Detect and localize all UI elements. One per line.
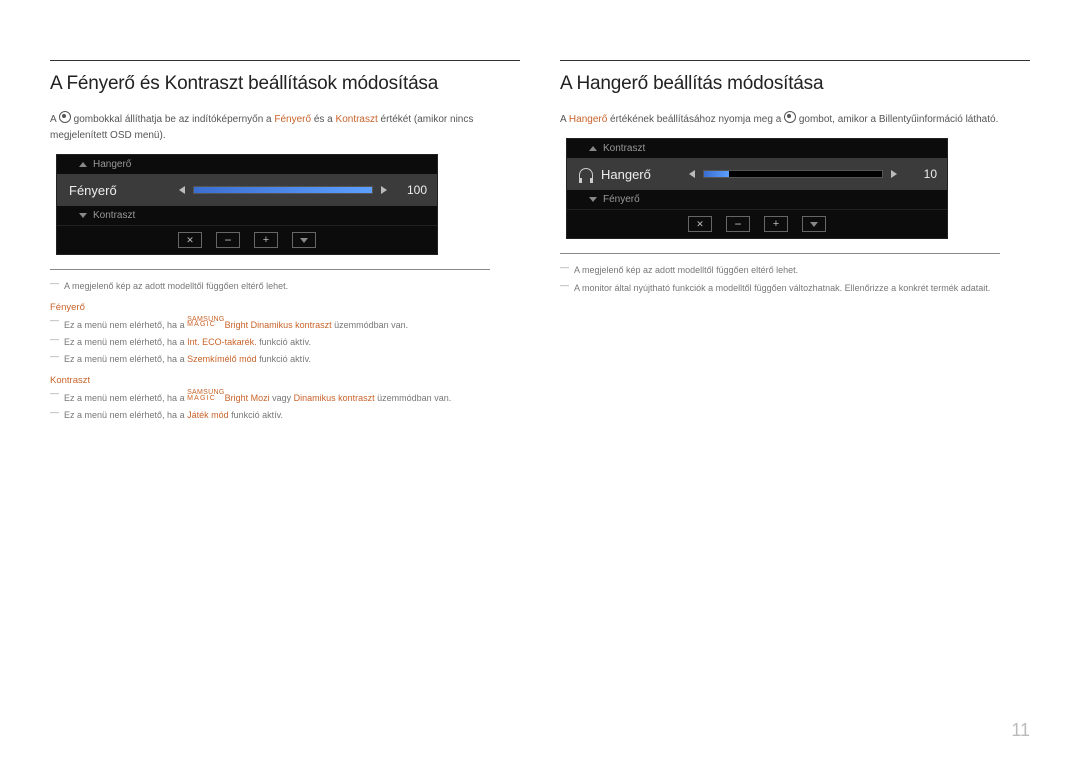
highlight: Mozi bbox=[248, 393, 270, 403]
jog-button-icon bbox=[59, 111, 71, 123]
highlight: Szemkímélő mód bbox=[187, 354, 257, 364]
arrow-right-icon bbox=[381, 186, 387, 194]
subheading-fenyero: Fényerő bbox=[50, 302, 520, 313]
chevron-down-icon bbox=[589, 197, 597, 202]
plus-icon bbox=[764, 216, 788, 232]
close-icon bbox=[178, 232, 202, 248]
highlight: Fényerő bbox=[274, 114, 311, 125]
text: funkció aktív. bbox=[257, 354, 311, 364]
highlight: Dinamikus kontraszt bbox=[294, 393, 375, 403]
text: értékének beállításához nyomja meg a bbox=[607, 114, 784, 125]
osd-active-label: Hangerő bbox=[601, 167, 651, 182]
text: Ez a menü nem elérhető, ha a bbox=[64, 319, 187, 329]
osd-next-label: Kontraszt bbox=[93, 210, 135, 221]
osd-slider bbox=[703, 170, 883, 178]
text: Ez a menü nem elérhető, ha a bbox=[64, 393, 187, 403]
osd-slider bbox=[193, 186, 373, 194]
close-icon bbox=[688, 216, 712, 232]
text: funkció aktív. bbox=[257, 337, 311, 347]
osd-value: 10 bbox=[905, 167, 941, 181]
osd-active-label: Fényerő bbox=[69, 183, 117, 198]
osd-slider-fill bbox=[704, 171, 729, 177]
footnote: Ez a menü nem elérhető, ha a SAMSUNGMAGI… bbox=[50, 317, 520, 332]
footnote: A monitor által nyújtható funkciók a mod… bbox=[560, 282, 1030, 296]
samsung-magic-icon: SAMSUNGMAGIC bbox=[187, 317, 225, 329]
osd-prev-item: Hangerő bbox=[57, 155, 437, 174]
page-number: 11 bbox=[1011, 720, 1030, 741]
chevron-down-icon bbox=[810, 222, 818, 227]
osd-volume-widget: Kontraszt Hangerő 10 Fényerő bbox=[566, 138, 948, 239]
text: A bbox=[50, 114, 59, 125]
osd-prev-label: Kontraszt bbox=[603, 143, 645, 154]
osd-next-item: Fényerő bbox=[567, 190, 947, 209]
samsung-magic-icon: SAMSUNGMAGIC bbox=[187, 390, 225, 402]
text: és a bbox=[311, 114, 335, 125]
highlight: Dinamikus kontraszt bbox=[248, 319, 332, 329]
osd-value: 100 bbox=[395, 183, 431, 197]
highlight: Hangerő bbox=[569, 114, 607, 125]
minus-icon bbox=[726, 216, 750, 232]
chevron-down-icon bbox=[300, 238, 308, 243]
chevron-up-icon bbox=[589, 146, 597, 151]
arrow-right-icon bbox=[891, 170, 897, 178]
footnote: Ez a menü nem elérhető, ha a Szemkímélő … bbox=[50, 353, 520, 367]
text: A bbox=[560, 114, 569, 125]
jog-button-icon bbox=[784, 111, 796, 123]
left-column: A Fényerő és Kontraszt beállítások módos… bbox=[50, 60, 520, 427]
text: funkció aktív. bbox=[229, 410, 283, 420]
osd-prev-item: Kontraszt bbox=[567, 139, 947, 158]
text: üzemmódban van. bbox=[332, 319, 409, 329]
osd-prev-label: Hangerő bbox=[93, 159, 131, 170]
minus-icon bbox=[216, 232, 240, 248]
right-column: A Hangerő beállítás módosítása A Hangerő… bbox=[560, 60, 1030, 427]
plus-icon bbox=[254, 232, 278, 248]
text: Ez a menü nem elérhető, ha a bbox=[64, 410, 187, 420]
footnote: Ez a menü nem elérhető, ha a Játék mód f… bbox=[50, 409, 520, 423]
highlight: Bright bbox=[225, 393, 249, 403]
text: Ez a menü nem elérhető, ha a bbox=[64, 354, 187, 364]
osd-controls bbox=[57, 225, 437, 254]
footnote: Ez a menü nem elérhető, ha a SAMSUNGMAGI… bbox=[50, 390, 520, 405]
text: gombokkal állíthatja be az indítóképerny… bbox=[71, 114, 274, 125]
osd-active-row: Fényerő 100 bbox=[57, 174, 437, 206]
osd-active-row: Hangerő 10 bbox=[567, 158, 947, 190]
subheading-kontraszt: Kontraszt bbox=[50, 375, 520, 386]
section-title-right: A Hangerő beállítás módosítása bbox=[560, 73, 1030, 95]
osd-next-label: Fényerő bbox=[603, 194, 640, 205]
footnote: Ez a menü nem elérhető, ha a Int. ECO-ta… bbox=[50, 336, 520, 350]
osd-brightness-widget: Hangerő Fényerő 100 Kontraszt bbox=[56, 154, 438, 255]
divider bbox=[560, 253, 1000, 254]
highlight: Kontraszt bbox=[336, 114, 378, 125]
divider bbox=[560, 60, 1030, 61]
headphones-icon bbox=[579, 168, 593, 181]
footnote: A megjelenő kép az adott modelltől függő… bbox=[50, 280, 520, 294]
arrow-left-icon bbox=[179, 186, 185, 194]
highlight: Bright bbox=[225, 319, 249, 329]
text: üzemmódban van. bbox=[375, 393, 452, 403]
down-icon bbox=[802, 216, 826, 232]
down-icon bbox=[292, 232, 316, 248]
text: vagy bbox=[270, 393, 294, 403]
footnote: A megjelenő kép az adott modelltől függő… bbox=[560, 264, 1030, 278]
section-title-left: A Fényerő és Kontraszt beállítások módos… bbox=[50, 73, 520, 95]
chevron-down-icon bbox=[79, 213, 87, 218]
text: Ez a menü nem elérhető, ha a bbox=[64, 337, 187, 347]
highlight: Játék mód bbox=[187, 410, 229, 420]
divider bbox=[50, 60, 520, 61]
osd-slider-fill bbox=[194, 187, 372, 193]
text: gombot, amikor a Billentyűinformáció lát… bbox=[796, 114, 998, 125]
highlight: Int. ECO-takarék. bbox=[187, 337, 257, 347]
chevron-up-icon bbox=[79, 162, 87, 167]
osd-controls bbox=[567, 209, 947, 238]
arrow-left-icon bbox=[689, 170, 695, 178]
divider bbox=[50, 269, 490, 270]
intro-right: A Hangerő értékének beállításához nyomja… bbox=[560, 111, 1030, 128]
intro-left: A gombokkal állíthatja be az indítóképer… bbox=[50, 111, 520, 144]
osd-next-item: Kontraszt bbox=[57, 206, 437, 225]
